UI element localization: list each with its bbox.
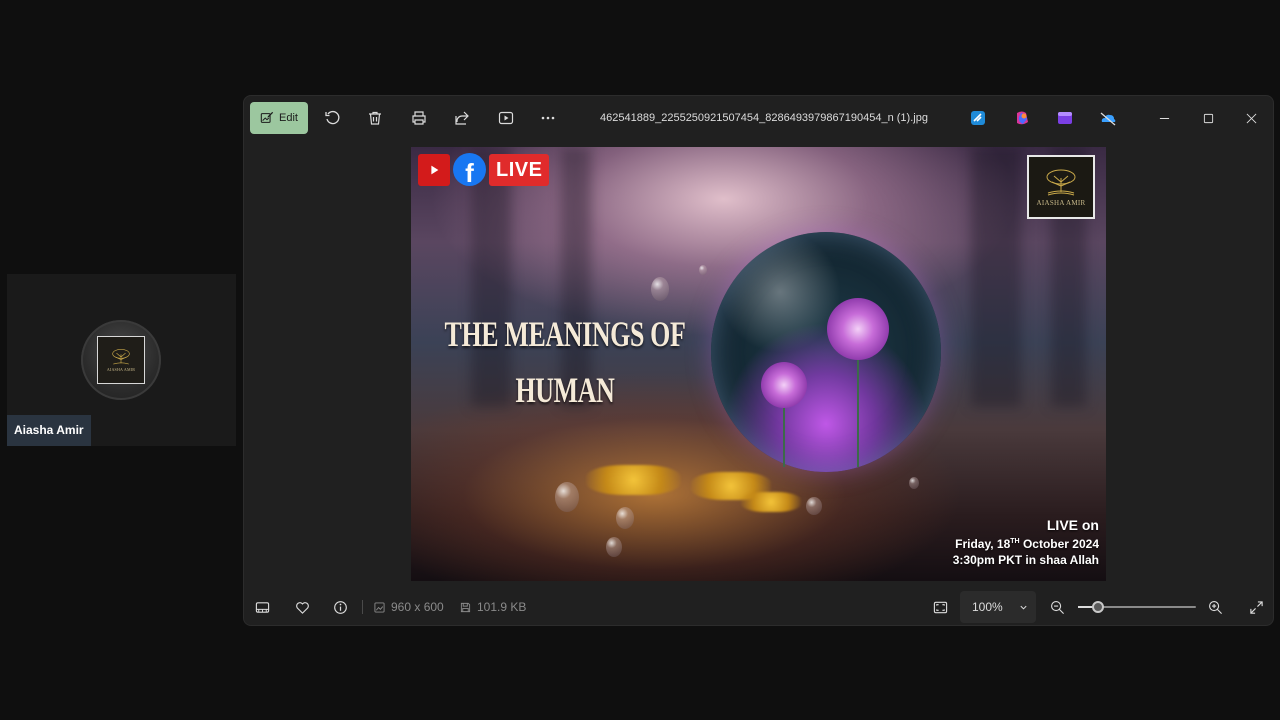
facebook-logo-icon: f: [453, 153, 486, 186]
youtube-logo-icon: [418, 153, 450, 186]
poster-title: THE MEANINGS OF HUMAN: [421, 307, 686, 419]
zoom-slider-thumb[interactable]: [1092, 601, 1105, 613]
live-time: 3:30pm PKT in shaa Allah: [952, 553, 1099, 567]
participant-avatar: AIASHA AMIR: [81, 320, 161, 400]
close-button[interactable]: [1231, 102, 1271, 134]
edit-label: Edit: [279, 112, 298, 124]
tree-logo-icon: [112, 348, 130, 365]
edit-image-icon: [260, 111, 274, 123]
delete-icon: [369, 111, 381, 125]
delete-button[interactable]: [359, 102, 391, 134]
poster-title-line2: HUMAN: [515, 369, 615, 410]
toolbar: Edit 462541889_2255250921507454_82864939…: [244, 96, 1273, 140]
slideshow-icon: [498, 111, 514, 125]
zoom-slider[interactable]: [1078, 599, 1196, 615]
designer-icon[interactable]: [1056, 109, 1074, 127]
participant-logo-text: AIASHA AMIR: [106, 367, 136, 372]
live-schedule: LIVE on Friday, 18TH October 2024 3:30pm…: [953, 517, 1099, 567]
displayed-image[interactable]: f LIVE AIASHA AMIR THE MEANINGS OF HUMAN…: [411, 147, 1106, 581]
clipchamp-icon[interactable]: [969, 109, 987, 127]
zoom-out-button[interactable]: [1041, 591, 1073, 623]
rotate-button[interactable]: [316, 102, 348, 134]
print-button[interactable]: [403, 102, 435, 134]
info-button[interactable]: [324, 591, 356, 623]
zoom-value: 100%: [972, 600, 1003, 614]
maximize-button[interactable]: [1188, 102, 1228, 134]
info-icon: [333, 600, 347, 614]
filmstrip-icon: [255, 601, 269, 613]
live-on-label: LIVE on: [1046, 517, 1099, 533]
favorite-button[interactable]: [286, 591, 318, 623]
zoom-in-icon: [1208, 600, 1222, 614]
live-date: Friday, 18TH October 2024: [955, 537, 1099, 551]
live-badge: LIVE: [489, 153, 550, 186]
glass-sphere-graphic: [711, 232, 941, 472]
brand-text: AIASHA AMIR: [1036, 198, 1086, 207]
file-name: 462541889_2255250921507454_8286493979867…: [600, 112, 928, 124]
minimize-button[interactable]: [1144, 102, 1184, 134]
participant-tile[interactable]: AIASHA AMIR Aiasha Amir: [7, 274, 236, 446]
save-disk-icon: [460, 602, 471, 612]
full-screen-button[interactable]: [1240, 591, 1272, 623]
heart-icon: [295, 601, 309, 614]
brand-logo: AIASHA AMIR: [1027, 155, 1095, 219]
bottom-bar: 960 x 600 101.9 KB 100%: [244, 587, 1273, 625]
zoom-out-icon: [1050, 600, 1064, 614]
tree-logo-icon: [1046, 169, 1076, 195]
expand-icon: [1249, 600, 1263, 614]
fit-screen-icon: [933, 601, 947, 613]
fit-to-window-button[interactable]: [924, 591, 956, 623]
zoom-in-button[interactable]: [1199, 591, 1231, 623]
poster-title-line1: THE MEANINGS OF: [444, 314, 686, 354]
rotate-icon: [325, 110, 340, 125]
photos-window: Edit 462541889_2255250921507454_82864939…: [243, 95, 1274, 626]
close-icon: [1246, 113, 1256, 123]
participant-name: Aiasha Amir: [7, 415, 91, 446]
image-size-icon: [374, 601, 385, 613]
filmstrip-button[interactable]: [246, 591, 278, 623]
minimize-icon: [1159, 117, 1169, 119]
print-icon: [412, 111, 426, 125]
share-icon: [455, 111, 469, 125]
zoom-dropdown[interactable]: 100%: [960, 591, 1036, 623]
onedrive-icon[interactable]: [1099, 109, 1117, 127]
file-size: 101.9 KB: [460, 587, 526, 625]
slideshow-button[interactable]: [490, 102, 522, 134]
edit-button[interactable]: Edit: [250, 102, 308, 134]
chevron-down-icon: [1020, 605, 1027, 610]
copilot-icon[interactable]: [1013, 109, 1031, 127]
share-button[interactable]: [446, 102, 478, 134]
maximize-icon: [1203, 113, 1213, 123]
participant-logo: AIASHA AMIR: [97, 336, 145, 384]
divider: [362, 600, 363, 614]
image-dimensions: 960 x 600: [374, 587, 444, 625]
live-badges: f LIVE: [418, 153, 550, 186]
